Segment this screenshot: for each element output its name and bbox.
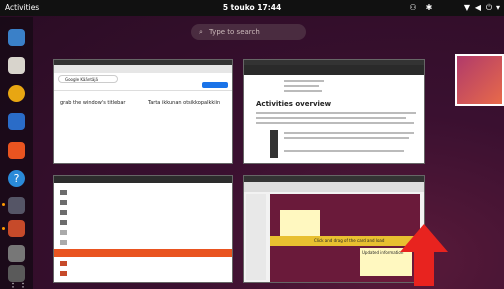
top-bar: Activities 5 touko 17:44 ⚇ ✱ ▼ ◀ ⏻ ▾ — [0, 0, 504, 16]
dock-screenshot — [270, 130, 278, 158]
workspace-thumbnail[interactable] — [455, 54, 504, 106]
window-help[interactable]: Activities overview — [243, 59, 425, 164]
browser-tabs — [54, 65, 232, 73]
text-line — [284, 80, 324, 82]
network-icon[interactable]: ⚇ — [408, 3, 418, 13]
list-item[interactable] — [60, 208, 210, 216]
list-item-selected[interactable] — [54, 249, 232, 257]
list-item[interactable] — [60, 218, 210, 226]
list-item[interactable] — [60, 238, 210, 246]
text-line — [284, 90, 322, 92]
search-placeholder: Type to search — [209, 28, 260, 36]
up-arrow-icon — [400, 224, 448, 286]
list-item[interactable] — [60, 269, 210, 277]
files-icon[interactable] — [8, 57, 25, 74]
help-heading: Activities overview — [256, 100, 332, 108]
list-item[interactable] — [60, 259, 210, 267]
text-line — [284, 85, 319, 87]
window-translate[interactable]: Google Kääntäjä grab the window's titleb… — [53, 59, 233, 164]
help-icon[interactable]: ? — [8, 170, 25, 187]
thunderbird-icon[interactable] — [8, 29, 25, 46]
text-line — [284, 137, 409, 139]
volume-icon[interactable]: ◀ — [473, 3, 483, 13]
folder-icon — [60, 189, 67, 195]
list-item[interactable] — [60, 228, 210, 236]
help-toolbar — [244, 65, 424, 75]
file-icon — [60, 260, 67, 266]
file-icon — [60, 229, 67, 235]
file-icon — [60, 270, 67, 276]
dock: ? ⋮⋮ — [0, 17, 33, 289]
screenshot-icon[interactable] — [8, 197, 25, 214]
source-text[interactable]: grab the window's titlebar — [60, 100, 125, 106]
window-titlebar[interactable] — [54, 176, 232, 183]
slide-textbox — [280, 210, 320, 238]
window-file-manager[interactable] — [53, 175, 233, 283]
list-item[interactable] — [60, 188, 210, 196]
translated-text: Tarta ikkunan otsikkopalkkiin — [148, 100, 221, 106]
folder-icon — [60, 219, 67, 225]
slide-banner-text: Click and drag of the card and load — [314, 238, 385, 243]
google-search-box[interactable]: Google Kääntäjä — [58, 75, 118, 83]
impress-icon[interactable] — [8, 220, 25, 237]
file-icon — [60, 239, 67, 245]
rhythmbox-icon[interactable] — [8, 85, 25, 102]
running-indicator — [2, 227, 5, 230]
trash-icon[interactable] — [8, 245, 25, 262]
menu-arrow-icon[interactable]: ▾ — [493, 3, 503, 13]
impress-toolbar — [244, 182, 424, 192]
software-icon[interactable] — [8, 142, 25, 159]
writer-icon[interactable] — [8, 113, 25, 130]
list-item[interactable] — [60, 198, 210, 206]
text-line — [284, 132, 414, 134]
search-input[interactable]: ⌕ Type to search — [191, 24, 306, 40]
text-line — [256, 122, 414, 124]
text-line — [256, 117, 406, 119]
search-icon: ⌕ — [199, 28, 203, 36]
slide-panel — [246, 194, 266, 280]
wifi-icon[interactable]: ▼ — [462, 3, 472, 13]
folder-icon — [60, 209, 67, 215]
running-indicator — [2, 203, 5, 206]
accessibility-icon[interactable]: ✱ — [424, 3, 434, 13]
text-line — [284, 150, 404, 152]
app-grid-icon[interactable]: ⋮⋮ — [8, 279, 28, 289]
text-line — [256, 112, 416, 114]
translate-button[interactable] — [202, 82, 228, 88]
divider — [54, 90, 232, 91]
folder-icon — [60, 199, 67, 205]
